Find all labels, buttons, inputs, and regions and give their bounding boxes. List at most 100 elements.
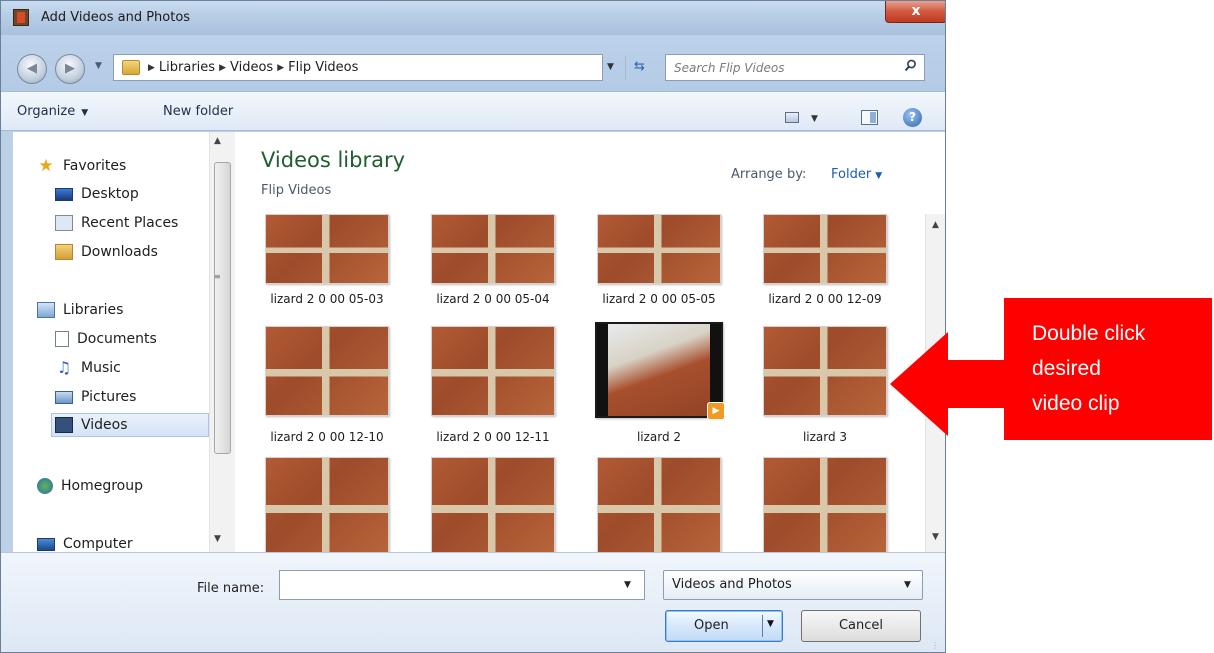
recent-pages-dropdown[interactable]: ▼ <box>95 61 102 71</box>
file-name-label[interactable]: lizard 2 0 00 12-10 <box>252 430 402 444</box>
video-thumbnail[interactable] <box>763 326 887 416</box>
instruction-text: Double click desired video clip <box>1032 322 1146 415</box>
nav-videos[interactable]: Videos <box>51 413 209 437</box>
file-name-dropdown-icon[interactable]: ▼ <box>624 580 631 590</box>
chevron-right-icon: ▶ <box>148 63 155 73</box>
chevron-down-icon: ▼ <box>81 108 89 118</box>
file-name-field-label: File name: <box>197 581 265 596</box>
open-button-label: Open <box>694 618 729 633</box>
film-icon <box>13 9 29 26</box>
dialog-footer: File name: ▼ Videos and Photos ▼ Open ▼ … <box>1 552 945 652</box>
new-folder-button[interactable]: New folder <box>163 104 233 119</box>
arrange-by-label: Arrange by: <box>731 167 807 182</box>
arrange-by-dropdown[interactable]: Folder ▼ <box>831 167 882 182</box>
refresh-icon: ⇆ <box>634 59 645 74</box>
file-name-label[interactable]: lizard 2 0 00 05-03 <box>252 292 402 306</box>
video-clip-thumbnail[interactable]: ▶ <box>595 322 725 420</box>
help-icon[interactable]: ? <box>903 108 922 127</box>
nav-scroll-thumb[interactable] <box>214 162 231 454</box>
nav-pictures[interactable]: Pictures <box>55 385 209 409</box>
file-name-label[interactable]: lizard 2 0 00 12-11 <box>418 430 568 444</box>
scroll-down-icon[interactable]: ▼ <box>214 534 221 544</box>
file-type-value: Videos and Photos <box>672 577 792 592</box>
nav-libraries[interactable]: Libraries <box>37 298 209 322</box>
file-name-label[interactable]: lizard 2 <box>584 430 734 444</box>
change-view-icon[interactable] <box>785 112 799 123</box>
videos-film-icon <box>55 417 73 433</box>
nav-downloads-label: Downloads <box>81 244 158 260</box>
folder-icon <box>122 60 140 75</box>
document-icon <box>55 331 69 347</box>
breadcrumb-videos[interactable]: Videos <box>230 60 273 75</box>
nav-pictures-label: Pictures <box>81 389 137 405</box>
video-thumbnail[interactable] <box>763 214 887 284</box>
title-bar: Add Videos and Photos x <box>1 1 945 35</box>
breadcrumb: ▶ Libraries ▶ Videos ▶ Flip Videos <box>148 60 358 75</box>
video-thumbnail[interactable] <box>265 457 389 552</box>
video-thumbnail[interactable] <box>265 214 389 284</box>
recent-places-icon <box>55 215 73 231</box>
file-name-label[interactable]: lizard 3 <box>750 430 900 444</box>
instruction-callout: Double click desired video clip <box>1004 298 1212 440</box>
nav-music[interactable]: ♫ Music <box>55 356 209 380</box>
organize-button[interactable]: Organize ▼ <box>17 104 88 119</box>
video-thumbnail[interactable] <box>763 457 887 552</box>
search-icon[interactable] <box>904 59 917 72</box>
file-name-label[interactable]: lizard 2 0 00 05-05 <box>584 292 734 306</box>
music-note-icon: ♫ <box>56 358 72 377</box>
open-button[interactable]: Open ▼ <box>665 610 783 642</box>
video-thumbnail[interactable] <box>431 457 555 552</box>
file-name-label[interactable]: lizard 2 0 00 12-09 <box>750 292 900 306</box>
nav-computer[interactable]: Computer <box>37 532 209 552</box>
resize-grip-icon[interactable]: ⋮ <box>931 641 939 650</box>
add-videos-dialog: Add Videos and Photos x ◀ ▶ ▼ ▶ Librarie… <box>0 0 946 653</box>
view-options-dropdown[interactable]: ▼ <box>811 114 818 124</box>
star-icon: ★ <box>38 156 54 176</box>
refresh-button[interactable]: ⇆ <box>625 56 653 80</box>
video-thumbnail[interactable] <box>431 214 555 284</box>
address-bar[interactable]: ▶ Libraries ▶ Videos ▶ Flip Videos <box>113 54 603 81</box>
open-options-dropdown[interactable]: ▼ <box>767 619 774 629</box>
video-thumbnail[interactable] <box>431 326 555 416</box>
back-button[interactable]: ◀ <box>17 54 47 84</box>
video-thumbnail[interactable] <box>597 214 721 284</box>
chevron-right-icon: ▶ <box>219 63 226 73</box>
preview-pane-icon[interactable] <box>861 110 878 125</box>
breadcrumb-flip-videos[interactable]: Flip Videos <box>288 60 358 75</box>
cancel-button[interactable]: Cancel <box>801 610 921 642</box>
nav-tree: ★ Favorites Desktop Recent Places Downlo… <box>13 132 209 552</box>
video-thumbnail[interactable] <box>597 457 721 552</box>
file-name-combobox: ▼ <box>279 570 645 600</box>
nav-desktop[interactable]: Desktop <box>55 182 209 206</box>
scroll-up-icon[interactable]: ▲ <box>214 136 221 146</box>
scroll-up-icon[interactable]: ▲ <box>932 220 939 230</box>
nav-homegroup[interactable]: Homegroup <box>37 474 209 498</box>
callout-arrow-stem <box>946 360 1006 408</box>
file-list-pane: Videos library Flip Videos Arrange by: F… <box>235 132 945 552</box>
search-input[interactable] <box>674 58 894 77</box>
video-thumbnail[interactable] <box>265 326 389 416</box>
nav-favorites[interactable]: ★ Favorites <box>37 154 209 178</box>
split-divider <box>762 615 763 637</box>
nav-recent-places-label: Recent Places <box>81 215 179 231</box>
file-name-label[interactable]: lizard 2 0 00 05-04 <box>418 292 568 306</box>
file-type-select[interactable]: Videos and Photos ▼ <box>663 570 923 600</box>
address-dropdown[interactable]: ▼ <box>607 62 614 72</box>
close-button[interactable]: x <box>885 1 945 23</box>
organize-label: Organize <box>17 104 76 119</box>
nav-downloads[interactable]: Downloads <box>55 240 209 264</box>
scroll-down-icon[interactable]: ▼ <box>932 532 939 542</box>
nav-homegroup-label: Homegroup <box>61 478 144 494</box>
navigation-pane: ★ Favorites Desktop Recent Places Downlo… <box>13 132 235 552</box>
nav-documents[interactable]: Documents <box>55 327 209 351</box>
nav-recent-places[interactable]: Recent Places <box>55 211 209 235</box>
nav-libraries-label: Libraries <box>63 302 124 318</box>
nav-favorites-label: Favorites <box>63 158 127 174</box>
chevron-right-icon: ▶ <box>277 63 285 73</box>
nav-scrollbar[interactable]: ▲ ≡ ▼ <box>209 132 235 552</box>
library-title: Videos library <box>261 148 406 172</box>
forward-button[interactable]: ▶ <box>55 54 85 84</box>
breadcrumb-libraries[interactable]: Libraries <box>159 60 215 75</box>
file-name-input[interactable] <box>286 575 606 595</box>
library-subtitle: Flip Videos <box>261 183 332 198</box>
